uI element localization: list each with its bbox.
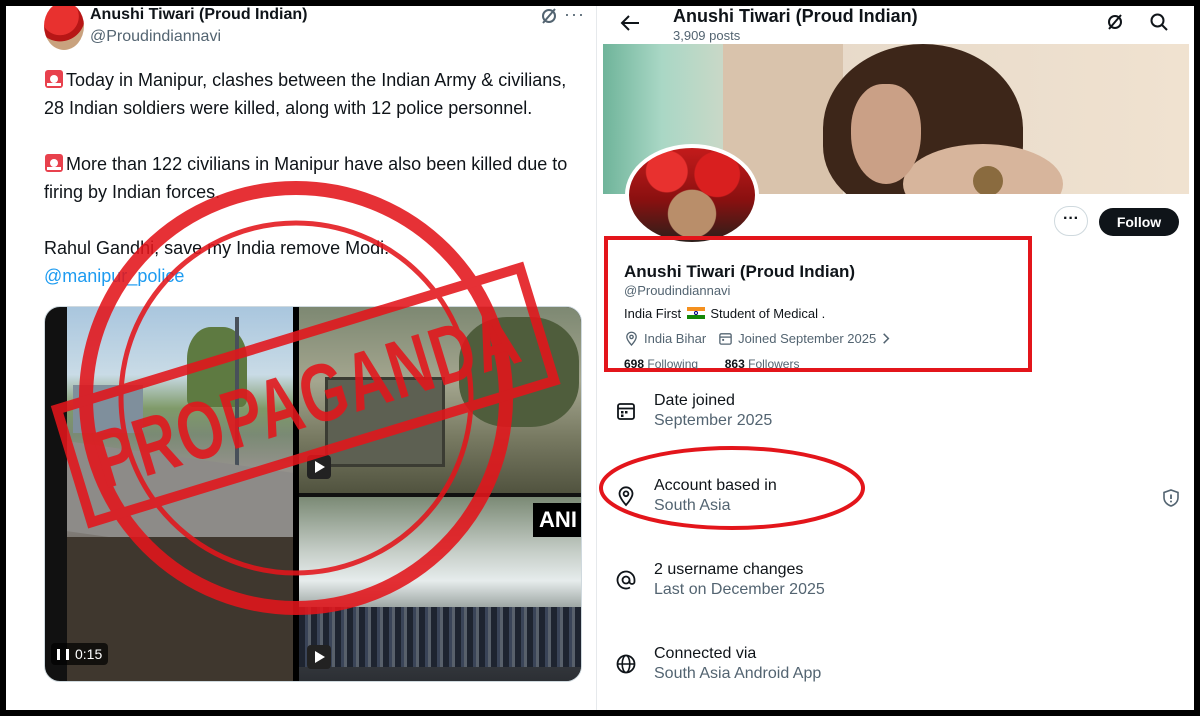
about-row-connected-via: Connected via South Asia Android App bbox=[597, 645, 1194, 705]
profile-location: India Bihar bbox=[644, 331, 707, 346]
shield-info-icon[interactable] bbox=[1161, 488, 1181, 508]
bio-text-2: Student of Medical . bbox=[710, 306, 826, 321]
annotation-red-ellipse bbox=[599, 446, 865, 530]
profile-bio: India First Student of Medical . bbox=[624, 306, 825, 321]
back-arrow-icon[interactable] bbox=[619, 12, 641, 34]
tweet-text: Today in Manipur, clashes between the In… bbox=[44, 66, 584, 318]
globe-icon bbox=[616, 654, 636, 674]
following-count[interactable]: 698 bbox=[624, 357, 644, 369]
video-frame-vehicle bbox=[299, 307, 581, 493]
calendar-icon bbox=[719, 333, 732, 345]
profile-follow-counts: 698 Following 863 Followers bbox=[624, 357, 799, 369]
about-value: Last on December 2025 bbox=[654, 581, 825, 598]
profile-handle: @Proudindiannavi bbox=[624, 283, 731, 298]
profile-name: Anushi Tiwari (Proud Indian) bbox=[624, 262, 856, 281]
follow-button[interactable]: Follow bbox=[1099, 208, 1179, 236]
profile-avatar[interactable] bbox=[625, 144, 759, 246]
profile-post-count: 3,909 posts bbox=[673, 28, 741, 43]
about-row-date-joined: Date joined September 2025 bbox=[597, 392, 1194, 452]
about-value: South Asia Android App bbox=[654, 665, 822, 682]
tweet-paragraph-2: More than 122 civilians in Manipur have … bbox=[44, 154, 568, 202]
profile-joined[interactable]: Joined September 2025 bbox=[738, 331, 876, 346]
tweet-paragraph-3: Rahul Gandhi, save my India remove Modi. bbox=[44, 238, 390, 258]
search-icon[interactable] bbox=[1149, 12, 1169, 32]
ani-watermark: ANI bbox=[533, 503, 581, 537]
annotation-red-box bbox=[604, 236, 1032, 372]
video-time-text: 0:15 bbox=[75, 646, 103, 662]
profile-panel: Anushi Tiwari (Proud Indian) 3,909 posts… bbox=[597, 6, 1194, 710]
screenshot-frame: Anushi Tiwari (Proud Indian) @Proudindia… bbox=[6, 6, 1194, 710]
siren-emoji-icon bbox=[45, 154, 63, 172]
tweet-video[interactable]: ANI 0:15 bbox=[44, 306, 582, 682]
tweet-author-avatar[interactable] bbox=[44, 6, 84, 50]
followers-label[interactable]: Followers bbox=[748, 357, 799, 369]
video-frame-road bbox=[67, 307, 293, 681]
about-label: Date joined bbox=[654, 392, 735, 409]
following-label[interactable]: Following bbox=[647, 357, 698, 369]
profile-header-title: Anushi Tiwari (Proud Indian) bbox=[673, 6, 918, 26]
about-value: September 2025 bbox=[654, 412, 773, 429]
about-label: 2 username changes bbox=[654, 561, 804, 578]
at-sign-icon bbox=[616, 570, 636, 590]
video-timestamp[interactable]: 0:15 bbox=[51, 643, 109, 665]
profile-more-button[interactable]: ··· bbox=[1054, 206, 1088, 236]
tweet-author-handle[interactable]: @Proudindiannavi bbox=[90, 28, 221, 46]
play-icon[interactable] bbox=[307, 645, 331, 669]
siren-emoji-icon bbox=[45, 70, 63, 88]
pause-icon[interactable] bbox=[57, 649, 69, 660]
calendar-icon bbox=[617, 403, 635, 420]
about-label: Connected via bbox=[654, 645, 757, 662]
chevron-right-icon[interactable] bbox=[879, 331, 894, 346]
grok-icon[interactable] bbox=[539, 6, 559, 26]
location-pin-icon bbox=[626, 331, 637, 346]
tweet-mention-link[interactable]: @manipur_police bbox=[44, 266, 184, 286]
more-icon[interactable]: ··· bbox=[564, 6, 585, 25]
india-flag-icon bbox=[686, 307, 705, 319]
video-frame-crowd: ANI bbox=[299, 497, 581, 681]
about-row-username-changes: 2 username changes Last on December 2025 bbox=[597, 561, 1194, 621]
bio-text-1: India First bbox=[624, 306, 682, 321]
grok-icon[interactable] bbox=[1105, 12, 1125, 32]
profile-meta: India Bihar Joined September 2025 bbox=[624, 331, 899, 346]
tweet-author-name[interactable]: Anushi Tiwari (Proud Indian) bbox=[90, 6, 307, 24]
play-icon[interactable] bbox=[307, 455, 331, 479]
tweet-panel: Anushi Tiwari (Proud Indian) @Proudindia… bbox=[6, 6, 596, 710]
tweet-paragraph-1: Today in Manipur, clashes between the In… bbox=[44, 70, 567, 118]
followers-count[interactable]: 863 bbox=[725, 357, 745, 369]
